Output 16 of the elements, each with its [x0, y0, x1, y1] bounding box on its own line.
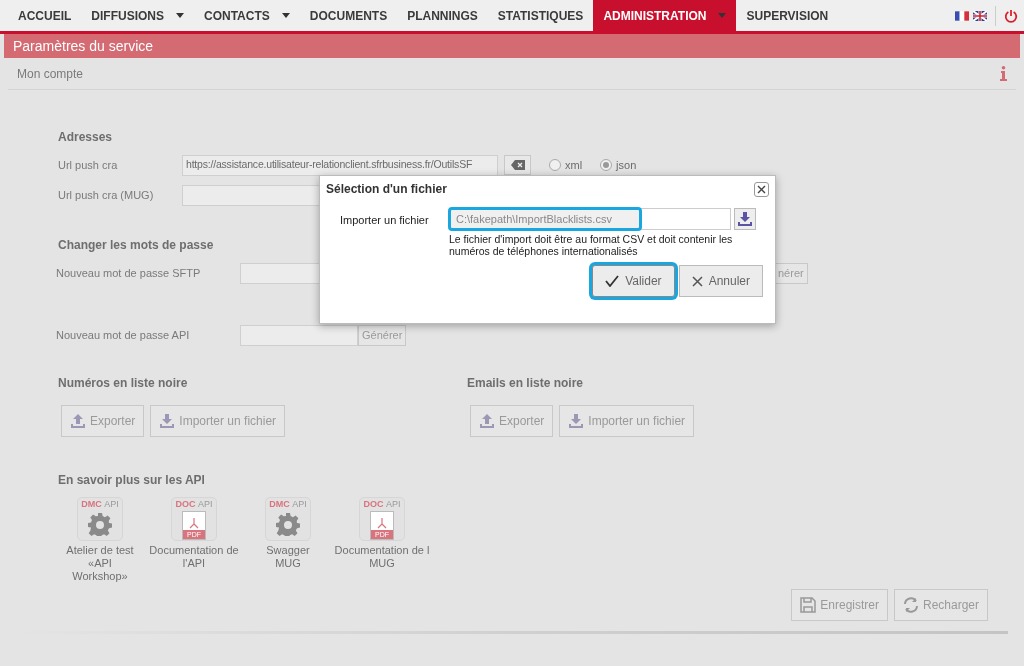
field-label: Url push cra (MUG) — [58, 187, 155, 203]
section-heading: Adresses — [58, 129, 113, 146]
section-heading: En savoir plus sur les API — [58, 472, 206, 489]
radio-label: xml — [565, 157, 583, 173]
field-label: Url push cra — [58, 157, 119, 173]
hint-text: Le fichier d'import doit être au format CSV et doit contenir les numéros de téléphones internationalisés — [449, 233, 734, 257]
field-label: Importer un fichier — [340, 213, 430, 228]
section-heading: Changer les mots de passe — [58, 237, 214, 254]
field-label: Nouveau mot de passe SFTP — [56, 265, 202, 281]
dialog-title: Sélection d'un fichier — [326, 181, 447, 198]
section-title: Mon compte — [17, 65, 84, 83]
radio-label: json — [616, 157, 637, 173]
field-label: Nouveau mot de passe API — [56, 327, 191, 343]
section-heading: Emails en liste noire — [467, 375, 585, 392]
page-title: Paramètres du service — [4, 34, 1020, 58]
section-heading: Numéros en liste noire — [58, 375, 189, 392]
